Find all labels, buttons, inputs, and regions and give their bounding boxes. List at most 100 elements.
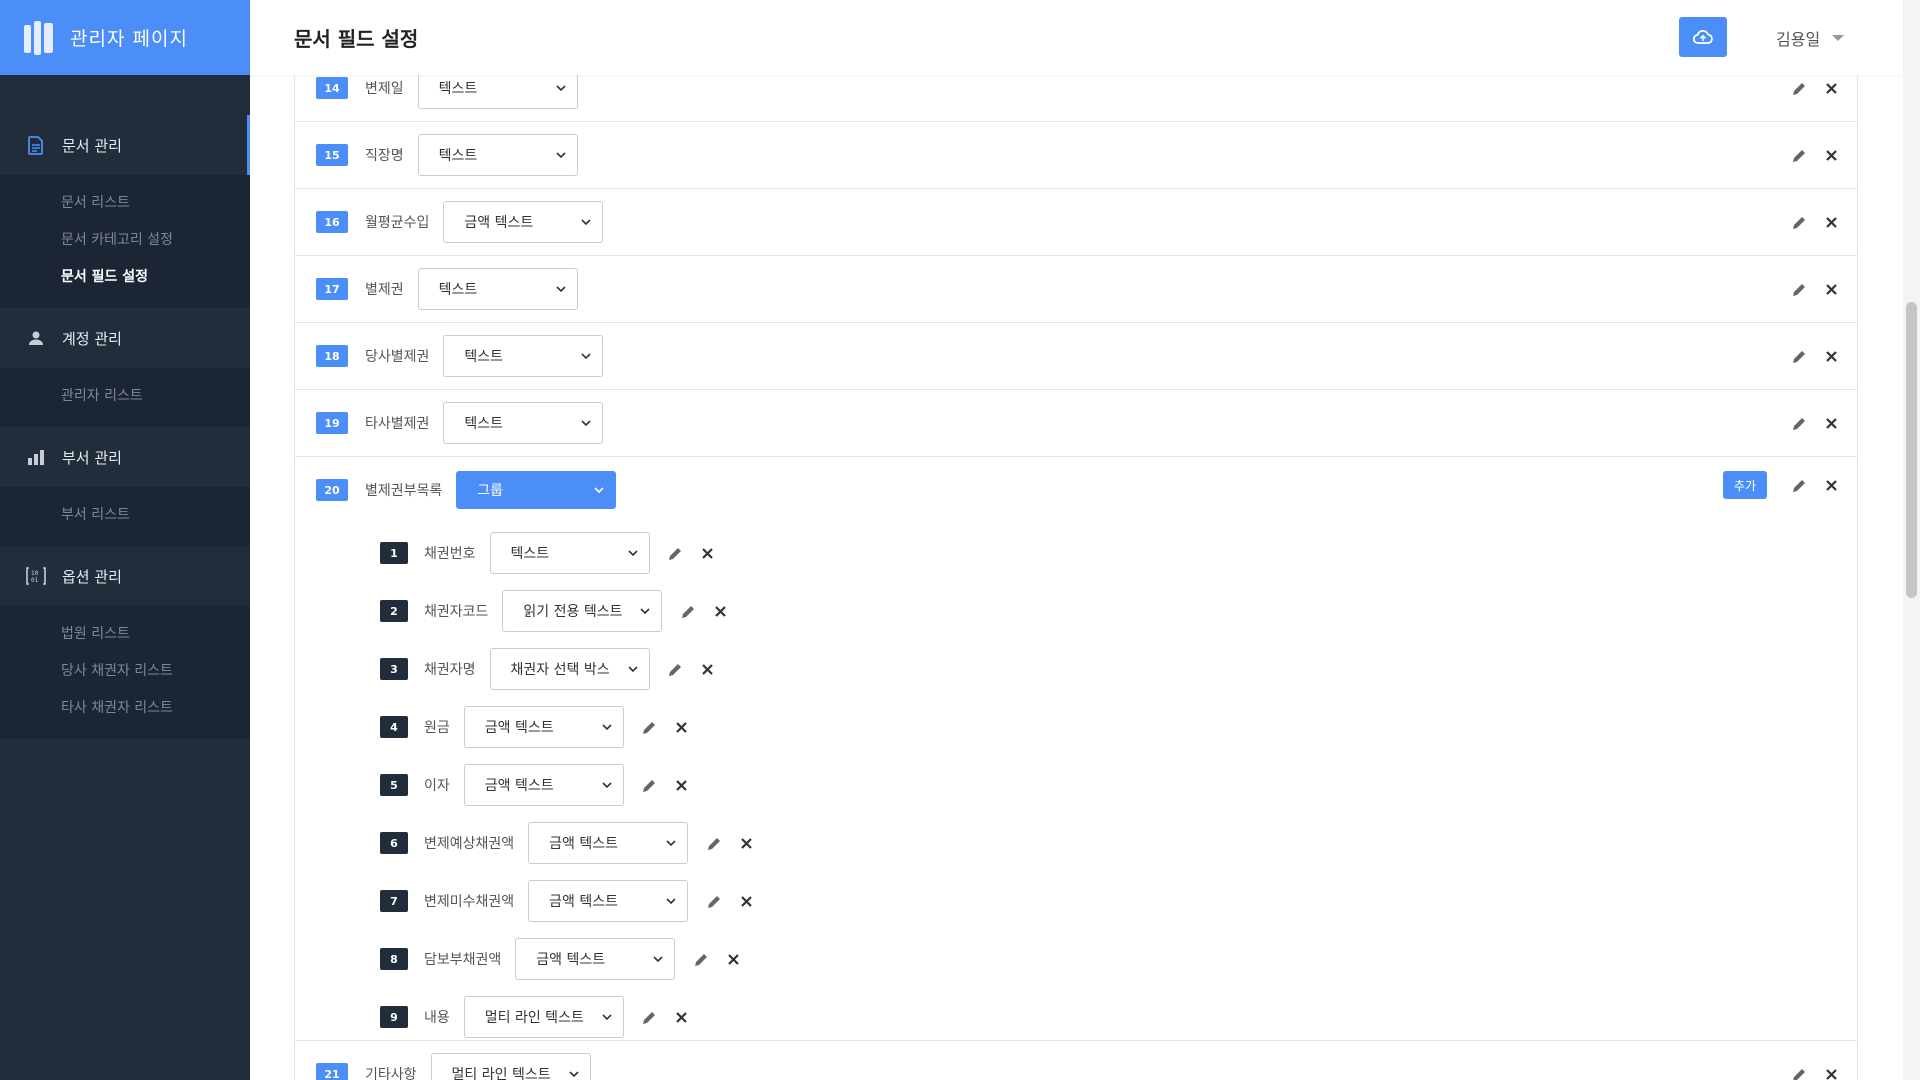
- field-type-select[interactable]: 금액 텍스트: [528, 880, 689, 922]
- chevron-down-icon: [593, 484, 605, 496]
- field-number-badge: 20: [316, 479, 348, 501]
- delete-x-icon[interactable]: [700, 661, 716, 677]
- svg-text:01: 01: [31, 577, 39, 584]
- nav-head-label: 옵션 관리: [62, 567, 122, 586]
- field-type-select[interactable]: 금액 텍스트: [443, 201, 604, 243]
- edit-pencil-icon[interactable]: [1791, 1066, 1807, 1080]
- edit-pencil-icon[interactable]: [642, 1009, 658, 1025]
- group-field-row: 20 별제권부목록 그룹 추가 1 채권번호 텍스트 2 채권자코드 읽기 전용…: [295, 457, 1857, 1041]
- nav-sub-departments: 부서 리스트: [0, 487, 250, 546]
- nav-section-departments: 부서 관리 부서 리스트: [0, 427, 250, 546]
- edit-pencil-icon[interactable]: [706, 835, 722, 851]
- child-actions: [706, 835, 754, 851]
- field-label: 타사별제권: [365, 416, 430, 432]
- delete-x-icon[interactable]: [1823, 147, 1839, 163]
- field-label: 변제미수채권액: [424, 894, 515, 910]
- delete-x-icon[interactable]: [1823, 80, 1839, 96]
- edit-pencil-icon[interactable]: [1791, 477, 1807, 493]
- field-type-select[interactable]: 금액 텍스트: [515, 938, 676, 980]
- field-type-select[interactable]: 금액 텍스트: [463, 764, 624, 806]
- edit-pencil-icon[interactable]: [680, 603, 696, 619]
- field-type-value: 텍스트: [438, 148, 478, 164]
- sidebar-item-document-list[interactable]: 문서 리스트: [0, 183, 250, 220]
- nav-head-accounts[interactable]: 계정 관리: [0, 308, 250, 368]
- sidebar-item-document-category[interactable]: 문서 카테고리 설정: [0, 220, 250, 257]
- field-type-select[interactable]: 채권자 선택 박스: [489, 648, 650, 690]
- delete-x-icon[interactable]: [1823, 214, 1839, 230]
- delete-x-icon[interactable]: [1823, 281, 1839, 297]
- delete-x-icon[interactable]: [674, 1009, 690, 1025]
- chevron-down-icon: [639, 605, 651, 617]
- nav-section-accounts: 계정 관리 관리자 리스트: [0, 308, 250, 427]
- delete-x-icon[interactable]: [738, 835, 754, 851]
- edit-pencil-icon[interactable]: [1791, 214, 1807, 230]
- child-actions: [680, 603, 728, 619]
- edit-pencil-icon[interactable]: [668, 661, 684, 677]
- edit-pencil-icon[interactable]: [693, 951, 709, 967]
- page-scrollbar-thumb[interactable]: [1906, 302, 1917, 598]
- row-actions: 추가: [1722, 471, 1839, 499]
- field-label: 이자: [424, 778, 450, 794]
- delete-x-icon[interactable]: [1823, 1066, 1839, 1080]
- field-type-select[interactable]: 멀티 라인 텍스트: [430, 1053, 591, 1080]
- chevron-down-icon: [580, 350, 592, 362]
- child-number-badge: 7: [380, 890, 408, 912]
- field-type-select[interactable]: 텍스트: [443, 335, 604, 377]
- edit-pencil-icon[interactable]: [1791, 80, 1807, 96]
- add-child-button[interactable]: 추가: [1722, 471, 1767, 499]
- edit-pencil-icon[interactable]: [642, 777, 658, 793]
- field-type-select[interactable]: 읽기 전용 텍스트: [502, 590, 663, 632]
- sidebar-item-admin-list[interactable]: 관리자 리스트: [0, 376, 250, 413]
- chevron-down-icon: [601, 1011, 613, 1023]
- user-menu[interactable]: 김용일: [1776, 26, 1845, 50]
- sidebar-item-other-creditor-list[interactable]: 타사 채권자 리스트: [0, 688, 250, 725]
- edit-pencil-icon[interactable]: [1791, 415, 1807, 431]
- child-number-badge: 6: [380, 832, 408, 854]
- field-type-select[interactable]: 텍스트: [417, 75, 578, 109]
- chevron-down-icon: [627, 547, 639, 559]
- field-type-value: 텍스트: [510, 546, 550, 562]
- row-actions: [1791, 415, 1839, 431]
- sidebar-item-own-creditor-list[interactable]: 당사 채권자 리스트: [0, 651, 250, 688]
- nav-head-documents[interactable]: 문서 관리: [0, 115, 250, 175]
- nav-head-options[interactable]: 10 01 옵션 관리: [0, 546, 250, 606]
- edit-pencil-icon[interactable]: [706, 893, 722, 909]
- delete-x-icon[interactable]: [738, 893, 754, 909]
- edit-pencil-icon[interactable]: [642, 719, 658, 735]
- delete-x-icon[interactable]: [1823, 415, 1839, 431]
- edit-pencil-icon[interactable]: [668, 545, 684, 561]
- child-number-badge: 9: [380, 1006, 408, 1028]
- field-type-select[interactable]: 그룹: [456, 471, 617, 509]
- edit-pencil-icon[interactable]: [1791, 281, 1807, 297]
- field-row: 15 직장명 텍스트: [295, 122, 1857, 189]
- child-actions: [668, 545, 716, 561]
- nav-head-departments[interactable]: 부서 관리: [0, 427, 250, 487]
- delete-x-icon[interactable]: [700, 545, 716, 561]
- sidebar-item-department-list[interactable]: 부서 리스트: [0, 495, 250, 532]
- nav-sub-documents: 문서 리스트 문서 카테고리 설정 문서 필드 설정: [0, 175, 250, 308]
- edit-pencil-icon[interactable]: [1791, 147, 1807, 163]
- delete-x-icon[interactable]: [674, 777, 690, 793]
- field-type-select[interactable]: 텍스트: [443, 402, 604, 444]
- child-field-row: 2 채권자코드 읽기 전용 텍스트: [380, 582, 1857, 640]
- field-type-select[interactable]: 금액 텍스트: [463, 706, 624, 748]
- field-type-select[interactable]: 텍스트: [489, 532, 650, 574]
- sidebar-item-court-list[interactable]: 법원 리스트: [0, 614, 250, 651]
- field-type-select[interactable]: 멀티 라인 텍스트: [463, 996, 624, 1038]
- chevron-down-icon: [601, 779, 613, 791]
- field-number-badge: 18: [316, 345, 348, 367]
- delete-x-icon[interactable]: [725, 951, 741, 967]
- sidebar-item-document-fields[interactable]: 문서 필드 설정: [0, 257, 250, 294]
- field-type-select[interactable]: 텍스트: [417, 134, 578, 176]
- cloud-upload-button[interactable]: [1679, 17, 1727, 57]
- delete-x-icon[interactable]: [1823, 477, 1839, 493]
- delete-x-icon[interactable]: [1823, 348, 1839, 364]
- field-type-select[interactable]: 텍스트: [417, 268, 578, 310]
- nav-section-options: 10 01 옵션 관리 법원 리스트 당사 채권자 리스트 타사 채권자 리스트: [0, 546, 250, 739]
- delete-x-icon[interactable]: [674, 719, 690, 735]
- chevron-down-icon: [555, 149, 567, 161]
- delete-x-icon[interactable]: [712, 603, 728, 619]
- field-type-select[interactable]: 금액 텍스트: [528, 822, 689, 864]
- edit-pencil-icon[interactable]: [1791, 348, 1807, 364]
- brand[interactable]: 관리자 페이지: [0, 0, 250, 75]
